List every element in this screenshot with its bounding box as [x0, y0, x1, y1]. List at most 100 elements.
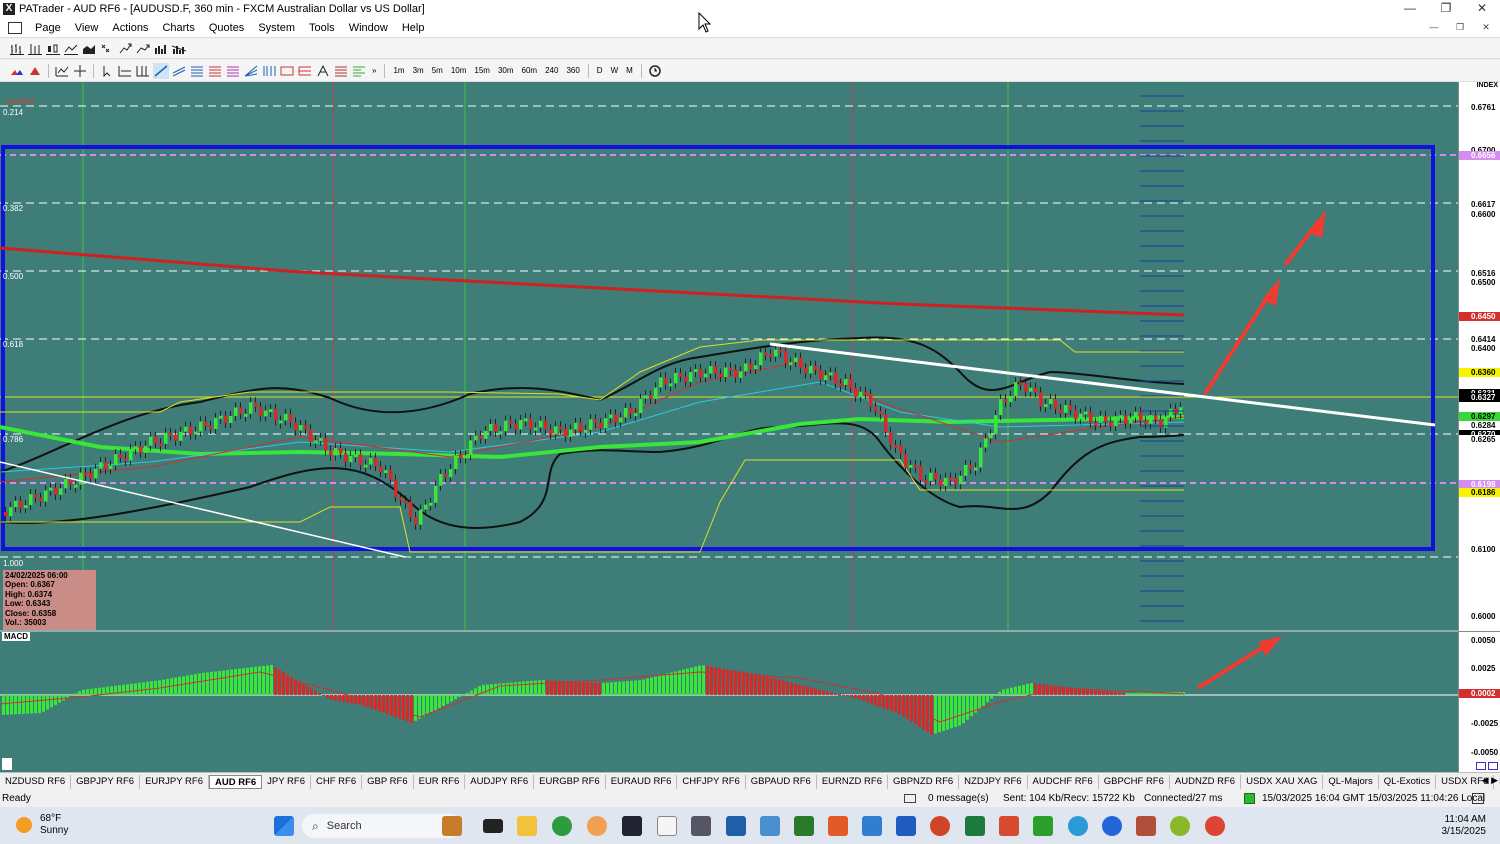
timeframe-daily[interactable]: D: [593, 66, 607, 75]
pitchfork-icon[interactable]: [333, 63, 349, 79]
chart-canvas[interactable]: [0, 82, 1458, 772]
s-blue-app-icon[interactable]: [862, 816, 882, 836]
mdi-restore-button[interactable]: ❐: [1450, 20, 1470, 35]
tab-scroll-arrows[interactable]: ◀ ▶: [1482, 775, 1498, 786]
trendline-lower[interactable]: [0, 461, 406, 558]
chart-doc-icon[interactable]: [8, 21, 22, 34]
symbol-tab[interactable]: AUDNZD RF6: [1170, 774, 1242, 789]
chart-settings-icon[interactable]: [54, 63, 70, 79]
symbol-tab[interactable]: EURNZD RF6: [817, 774, 888, 789]
point-figure-icon[interactable]: [99, 41, 115, 57]
symbol-tab[interactable]: NZDJPY RF6: [959, 774, 1028, 789]
timeframe-weekly[interactable]: W: [607, 66, 623, 75]
timeframe-60m[interactable]: 60m: [518, 66, 542, 75]
mdi-close-button[interactable]: ✕: [1476, 20, 1496, 35]
task-view-icon[interactable]: [483, 819, 503, 833]
kagi-chart-icon[interactable]: [135, 41, 151, 57]
status-resize-icon[interactable]: [1472, 793, 1484, 804]
gann-box-icon[interactable]: [297, 63, 313, 79]
scroll-right-button[interactable]: [1488, 762, 1498, 770]
symbol-tab[interactable]: EUR RF6: [414, 774, 466, 789]
menu-window[interactable]: Window: [342, 22, 395, 34]
clock-icon[interactable]: [647, 63, 663, 79]
symbol-tab[interactable]: QL-Majors: [1323, 774, 1379, 789]
area-chart-icon[interactable]: [81, 41, 97, 57]
briefcase-icon[interactable]: [442, 816, 462, 836]
mdi-minimize-button[interactable]: —: [1424, 20, 1444, 35]
zoom-icon[interactable]: [1102, 816, 1122, 836]
menu-view[interactable]: View: [68, 22, 106, 34]
timeframe-15m[interactable]: 15m: [470, 66, 494, 75]
horizontal-line-icon[interactable]: [117, 63, 133, 79]
symbol-tab[interactable]: CHFJPY RF6: [677, 774, 746, 789]
ohlc-chart-icon[interactable]: [27, 41, 43, 57]
excel-icon[interactable]: [965, 816, 985, 836]
pointer-icon[interactable]: [99, 63, 115, 79]
message-envelope-icon[interactable]: [904, 794, 916, 803]
c-green-app-icon[interactable]: [1033, 816, 1053, 836]
symbol-tab[interactable]: QL-Exotics: [1379, 774, 1437, 789]
bar-chart-icon[interactable]: [9, 41, 25, 57]
symbol-tab[interactable]: GBPCHF RF6: [1099, 774, 1170, 789]
taskbar-search[interactable]: ⌕ Search: [302, 814, 462, 838]
menu-help[interactable]: Help: [395, 22, 432, 34]
symbol-tab[interactable]: GBPNZD RF6: [888, 774, 960, 789]
menu-tools[interactable]: Tools: [302, 22, 342, 34]
menu-actions[interactable]: Actions: [105, 22, 155, 34]
symbol-tab[interactable]: EURAUD RF6: [606, 774, 678, 789]
weather-widget[interactable]: 68°F Sunny: [16, 813, 68, 837]
word-icon[interactable]: [896, 816, 916, 836]
scroll-left-button[interactable]: [1476, 762, 1486, 770]
chrome-red-icon[interactable]: [1205, 816, 1225, 836]
minimize-button[interactable]: —: [1392, 0, 1428, 18]
printer-icon[interactable]: [1136, 816, 1156, 836]
timeframe-240[interactable]: 240: [541, 66, 562, 75]
menu-charts[interactable]: Charts: [155, 22, 201, 34]
telegram-icon[interactable]: [1068, 816, 1088, 836]
fib-retracement-icon[interactable]: [207, 63, 223, 79]
line-chart-icon[interactable]: [63, 41, 79, 57]
symbol-tab[interactable]: EURJPY RF6: [140, 774, 209, 789]
trendline-resistance[interactable]: [769, 342, 1436, 427]
pane-resize-handle[interactable]: [2, 758, 12, 770]
vertical-line-icon[interactable]: [135, 63, 151, 79]
symbol-tab[interactable]: CHF RF6: [311, 774, 363, 789]
notepad-icon[interactable]: [726, 816, 746, 836]
crosshair-icon[interactable]: [72, 63, 88, 79]
patrader-taskbar-icon[interactable]: [657, 816, 677, 836]
menu-quotes[interactable]: Quotes: [202, 22, 251, 34]
chrome-icon[interactable]: [552, 816, 572, 836]
alert-icon[interactable]: [27, 63, 43, 79]
more-tools-icon[interactable]: »: [368, 66, 380, 75]
start-button-icon[interactable]: [274, 816, 294, 836]
w-app-icon[interactable]: [1170, 816, 1190, 836]
price-chart[interactable]: Locked 0.214 0.382 0.500 0.618 0.786 1.0…: [0, 82, 1500, 772]
fan-icon[interactable]: [243, 63, 259, 79]
powerpoint-icon[interactable]: [930, 816, 950, 836]
channel-icon[interactable]: [171, 63, 187, 79]
trendline-icon[interactable]: [153, 62, 169, 79]
status-messages[interactable]: 0 message(s): [928, 793, 989, 804]
symbol-tab[interactable]: GBPJPY RF6: [71, 774, 141, 789]
timeframe-360[interactable]: 360: [562, 66, 583, 75]
time-zones-icon[interactable]: [261, 63, 277, 79]
rectangle-icon[interactable]: [279, 63, 295, 79]
symbol-tab[interactable]: NZDUSD RF6: [0, 774, 72, 789]
gann-icon[interactable]: [351, 63, 367, 79]
ic-markets-icon[interactable]: [622, 816, 642, 836]
buy-sell-icon[interactable]: [9, 63, 25, 79]
symbol-tab[interactable]: AUD RF6: [208, 774, 263, 789]
candle-chart-icon[interactable]: [45, 41, 61, 57]
symbol-tab[interactable]: JPY RF6: [262, 774, 311, 789]
symbol-tab[interactable]: EURGBP RF6: [534, 774, 606, 789]
timeframe-5m[interactable]: 5m: [428, 66, 447, 75]
indicator-chart-icon[interactable]: [171, 41, 187, 57]
close-button[interactable]: ✕: [1464, 0, 1500, 18]
symbol-tab[interactable]: USDX XAU XAG: [1241, 774, 1324, 789]
timeframe-30m[interactable]: 30m: [494, 66, 518, 75]
maximize-button[interactable]: ❐: [1428, 0, 1464, 18]
calculator-icon[interactable]: [691, 816, 711, 836]
symbol-tab[interactable]: GBPAUD RF6: [746, 774, 817, 789]
image-viewer-icon[interactable]: [760, 816, 780, 836]
file-explorer-icon[interactable]: [517, 816, 537, 836]
